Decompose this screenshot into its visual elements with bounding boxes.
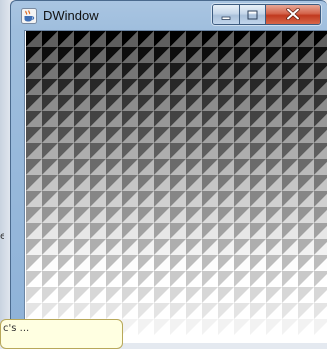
window-title: DWindow [43, 8, 99, 23]
background-text-fragment: e [0, 232, 4, 242]
background-tooltip: c's ... [0, 319, 123, 349]
canvas-area[interactable] [24, 30, 327, 343]
title-bar[interactable]: DWindow [11, 1, 327, 29]
maximize-button[interactable] [240, 5, 266, 24]
java-cup-icon[interactable] [21, 8, 37, 24]
close-icon [286, 5, 300, 24]
dwindow-frame: DWindow [10, 0, 327, 343]
triangle-gradient-pattern [26, 31, 327, 343]
minimize-button[interactable] [213, 5, 240, 24]
minimize-icon [221, 5, 231, 24]
maximize-icon [247, 5, 258, 24]
close-button[interactable] [266, 5, 320, 24]
window-controls [212, 4, 321, 25]
tooltip-text: c's ... [3, 323, 30, 334]
